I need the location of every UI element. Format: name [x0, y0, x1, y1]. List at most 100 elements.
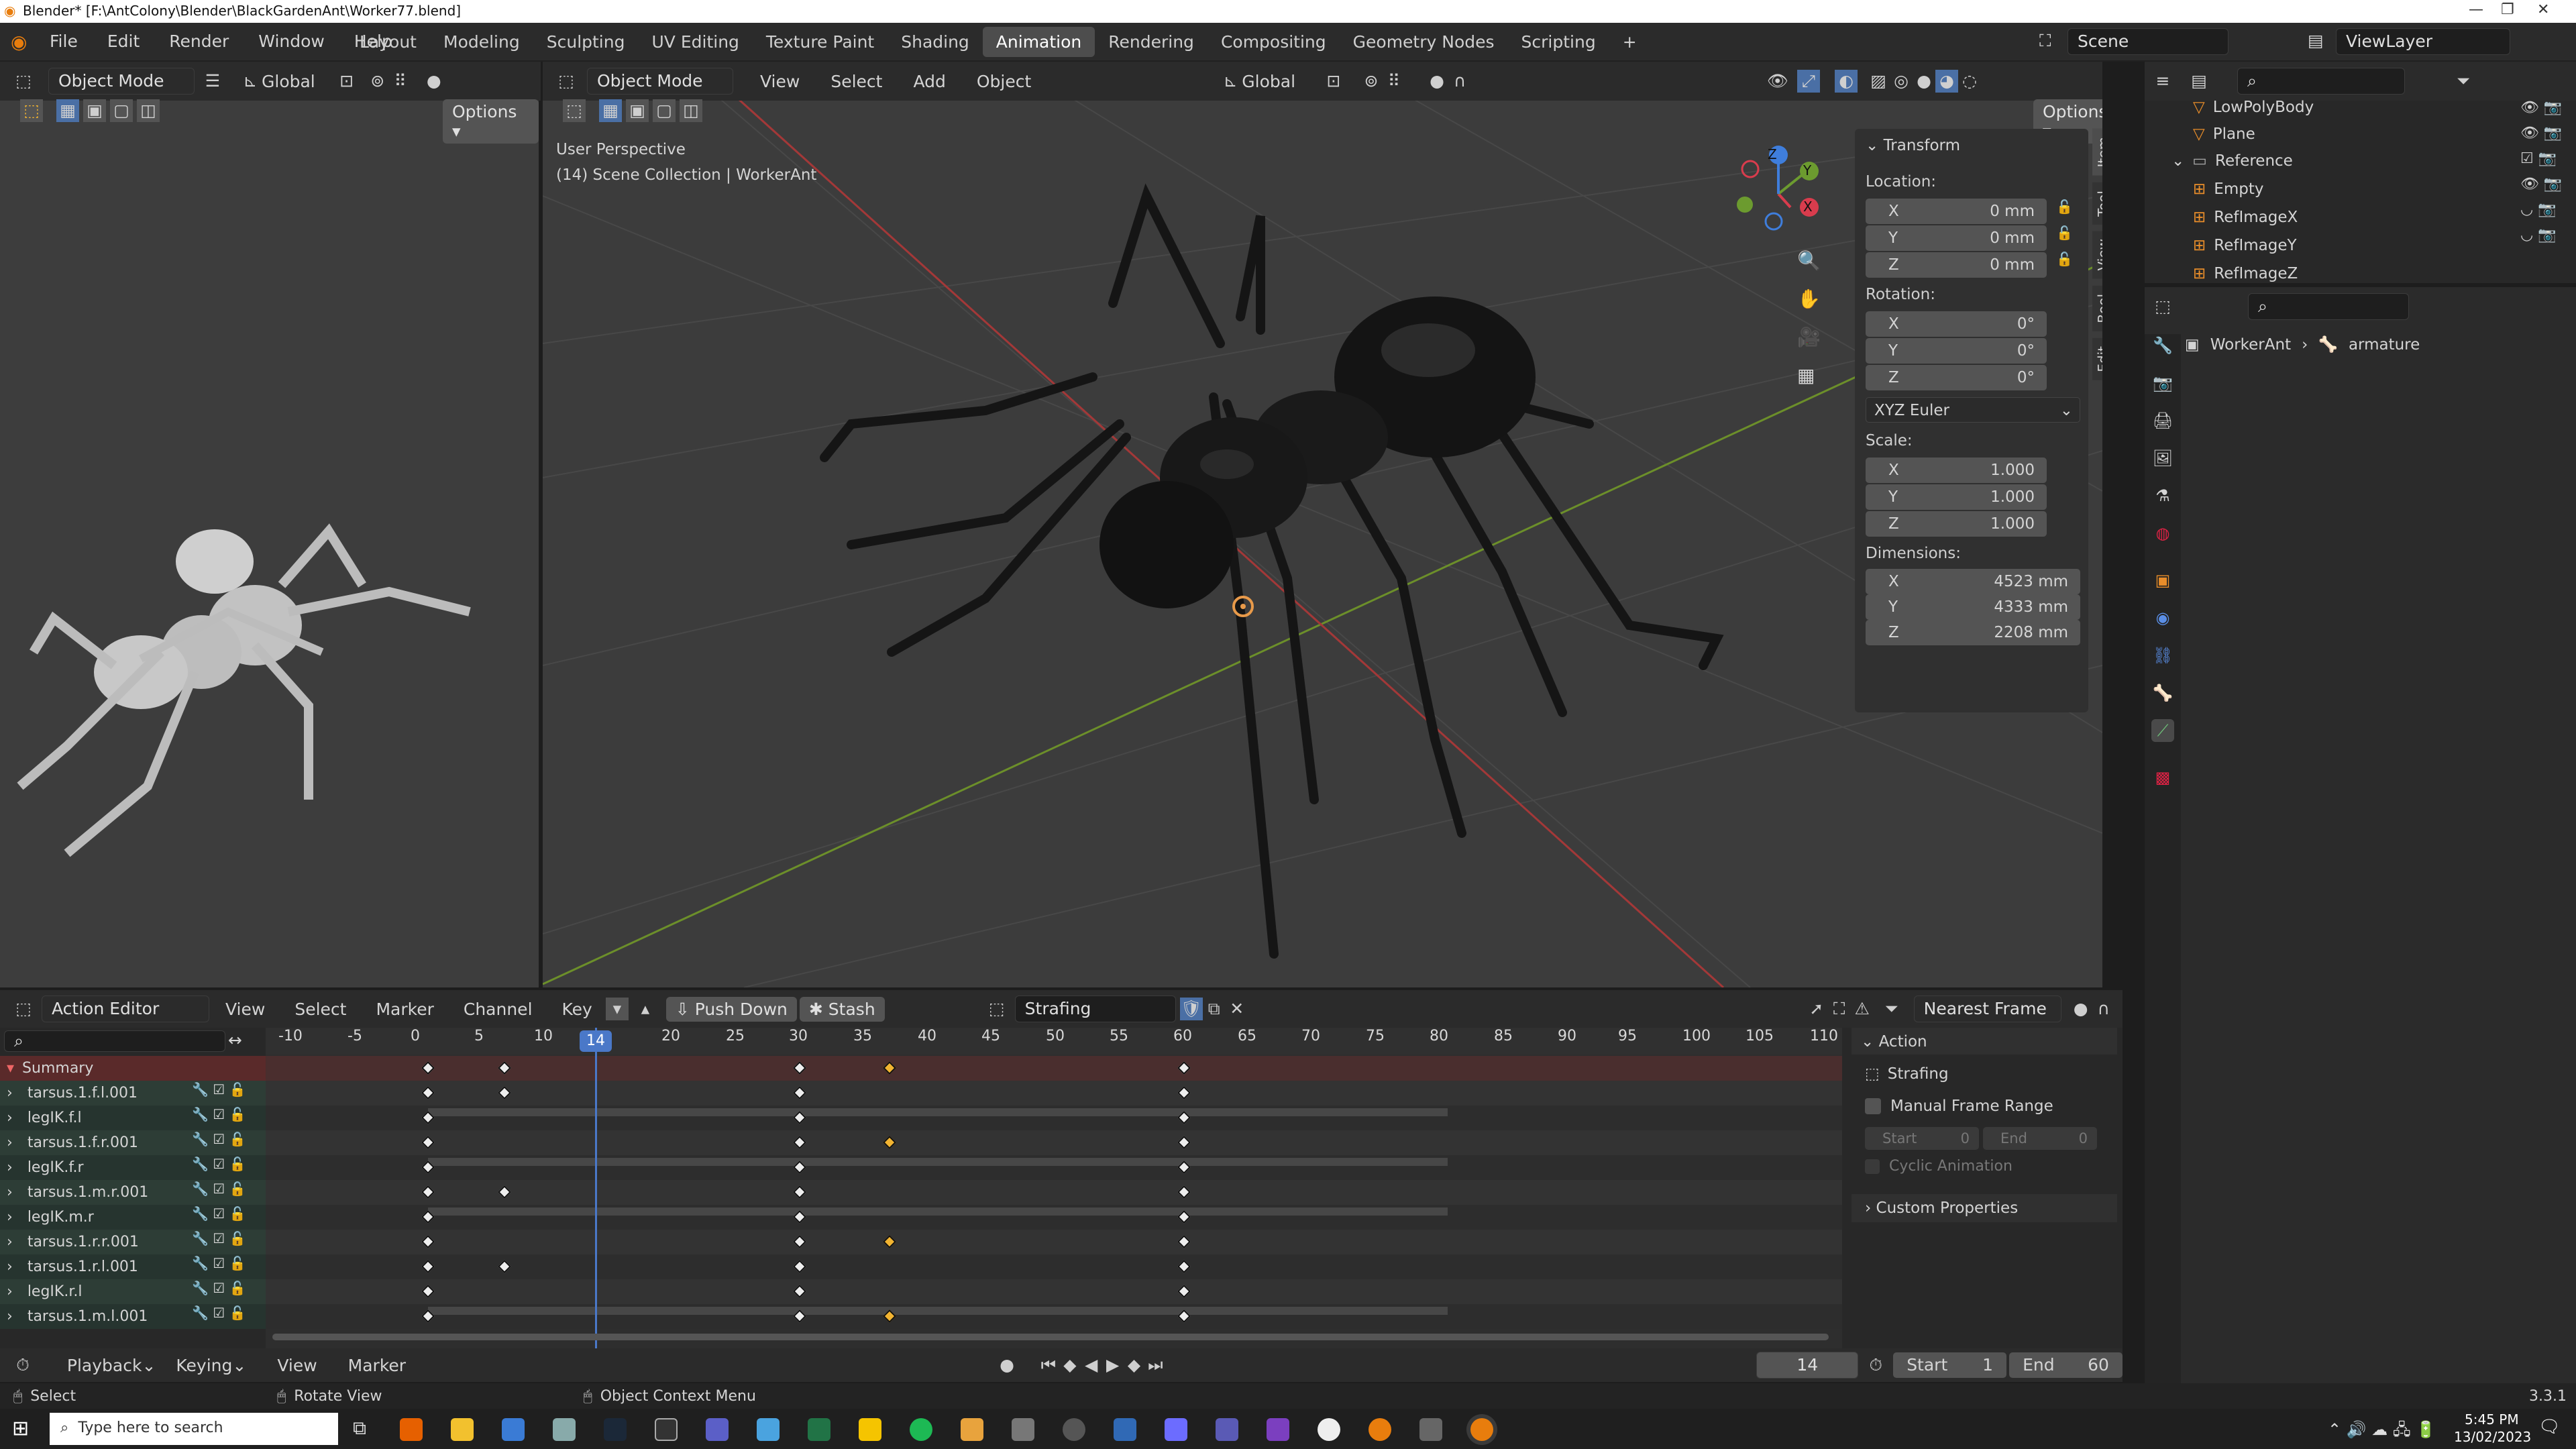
- app-icon[interactable]: [757, 1418, 780, 1441]
- proportional-icon[interactable]: ●: [2070, 998, 2092, 1020]
- fake-user-icon[interactable]: 🛡: [1179, 998, 1203, 1020]
- channel-summary[interactable]: ▾ Summary: [0, 1056, 266, 1081]
- blender-menu-icon[interactable]: ◉: [11, 31, 27, 53]
- tab-compositing[interactable]: Compositing: [1208, 27, 1340, 57]
- menu-view[interactable]: View: [277, 1356, 317, 1375]
- outliner-item[interactable]: ⌄ ▭ Reference: [2145, 148, 2293, 174]
- custom-properties-header[interactable]: › Custom Properties: [1851, 1194, 2117, 1222]
- add-workspace-icon[interactable]: +: [1609, 27, 1650, 57]
- channel-toggles-icon[interactable]: 🔧 ☑ 🔓: [192, 1230, 246, 1246]
- menu-marker[interactable]: Marker: [376, 1000, 433, 1019]
- left-viewport[interactable]: ⬚ Object Mode ☰ ⊾ Global ⊡ ⊚ ⠿ ● ⬚ ▦ ▣ ▢…: [0, 62, 541, 987]
- select-extend-icon[interactable]: ▣: [83, 99, 106, 122]
- object-properties-icon[interactable]: ▣: [2151, 569, 2174, 592]
- select-tool-icon[interactable]: ⬚: [20, 99, 43, 122]
- texture-properties-icon[interactable]: ▩: [2151, 766, 2174, 789]
- menu-select[interactable]: Select: [294, 1000, 346, 1019]
- outliner-item[interactable]: ⊞ RefImageY: [2145, 232, 2297, 259]
- play-icon[interactable]: ▶: [1102, 1354, 1124, 1377]
- duplicate-action-icon[interactable]: ⧉: [1203, 998, 1226, 1020]
- channel-toggles-icon[interactable]: 🔧 ☑ 🔓: [192, 1156, 246, 1172]
- app-icon[interactable]: [553, 1418, 576, 1441]
- jump-keyframe-forward-icon[interactable]: ◆: [1124, 1354, 1145, 1377]
- eye-icon[interactable]: 👁 📷: [2520, 176, 2562, 193]
- eye-icon[interactable]: ☑ 📷: [2520, 150, 2562, 167]
- eye-icon[interactable]: 👁 📷: [2520, 125, 2562, 142]
- bone-properties-icon[interactable]: ⟋: [2151, 719, 2174, 742]
- timeline-editor-icon[interactable]: ⏱: [12, 1354, 34, 1377]
- zoom-icon[interactable]: 🔍: [1797, 250, 1821, 272]
- rotation-mode-dropdown[interactable]: XYZ Euler ⌄: [1866, 397, 2080, 423]
- viewlayer-field[interactable]: ViewLayer: [2336, 28, 2510, 55]
- outliner-item[interactable]: ⊞ Empty: [2145, 176, 2263, 203]
- tab-layout[interactable]: Layout: [346, 27, 430, 57]
- windows-start-icon[interactable]: ⊞: [12, 1417, 29, 1440]
- physics-properties-icon[interactable]: ◉: [2151, 606, 2174, 629]
- navigation-gizmo[interactable]: [1730, 146, 1831, 246]
- tab-geometry-nodes[interactable]: Geometry Nodes: [1340, 27, 1508, 57]
- tool-properties-icon[interactable]: 🔧: [2151, 334, 2174, 357]
- preview-range-icon[interactable]: ⏱: [1865, 1354, 1886, 1377]
- outliner-item[interactable]: ⊞ RefImageX: [2145, 204, 2298, 231]
- scale-z-field[interactable]: Z 1.000: [1866, 511, 2047, 537]
- task-view-icon[interactable]: ⧉: [353, 1417, 366, 1440]
- tab-view[interactable]: View: [2092, 231, 2102, 279]
- scene-properties-icon[interactable]: ⚗: [2151, 484, 2174, 507]
- channel-toggles-icon[interactable]: 🔧 ☑ 🔓: [192, 1106, 246, 1122]
- channel-search[interactable]: ⌕: [4, 1030, 225, 1052]
- notifications-icon[interactable]: 🗨: [2538, 1417, 2561, 1437]
- play-reverse-icon[interactable]: ◀: [1081, 1354, 1102, 1377]
- channel-toggles-icon[interactable]: 🔧 ☑ 🔓: [192, 1131, 246, 1147]
- tab-texture-paint[interactable]: Texture Paint: [753, 27, 888, 57]
- system-tray-icons[interactable]: ⌃ 🔊 ☁ 🖧 🔋: [2328, 1418, 2436, 1446]
- file-explorer-icon[interactable]: [451, 1418, 474, 1441]
- render-properties-icon[interactable]: 📷: [2151, 372, 2174, 394]
- tab-animation[interactable]: Animation: [982, 27, 1095, 57]
- calculator-icon[interactable]: [1012, 1418, 1034, 1441]
- snap-icon[interactable]: ⊚: [366, 70, 389, 93]
- eye-icon[interactable]: ◡ 📷: [2520, 227, 2562, 244]
- terminal-icon[interactable]: [655, 1418, 678, 1441]
- rotation-z-field[interactable]: Z 0°: [1866, 365, 2047, 390]
- location-x-field[interactable]: X0 mm: [1866, 199, 2047, 224]
- left-orientation-dropdown[interactable]: Global: [262, 72, 315, 91]
- lock-icon[interactable]: 🔓: [2056, 251, 2073, 267]
- excel-icon[interactable]: [808, 1418, 830, 1441]
- tab-modeling[interactable]: Modeling: [430, 27, 533, 57]
- close-icon[interactable]: ✕: [2537, 1, 2549, 18]
- menu-playback[interactable]: Playback: [67, 1356, 142, 1375]
- menu-edit[interactable]: Edit: [107, 32, 140, 51]
- scale-y-field[interactable]: Y 1.000: [1866, 484, 2047, 510]
- menu-marker[interactable]: Marker: [348, 1356, 406, 1375]
- menu-channel[interactable]: Channel: [464, 1000, 533, 1019]
- action-panel-header[interactable]: ⌄ Action: [1851, 1028, 2117, 1055]
- breadcrumb-data[interactable]: armature: [2349, 336, 2420, 354]
- object-data-properties-icon[interactable]: 🦴: [2151, 682, 2174, 704]
- channel-toggles-icon[interactable]: 🔧 ☑ 🔓: [192, 1280, 246, 1296]
- push-pull-up-icon[interactable]: ▴: [634, 998, 657, 1020]
- filter-icon[interactable]: ⏷: [2452, 70, 2475, 93]
- snap-target-icon[interactable]: ⠿: [389, 70, 412, 93]
- camera-icon[interactable]: 🎥: [1797, 326, 1821, 348]
- channel-toggles-icon[interactable]: 🔧 ☑ 🔓: [192, 1305, 246, 1321]
- location-z-field[interactable]: Z0 mm: [1866, 252, 2047, 278]
- world-properties-icon[interactable]: ◍: [2151, 522, 2174, 545]
- eye-icon[interactable]: ◡ 📷: [2520, 201, 2562, 218]
- outliner-item[interactable]: ⊞ RefImageZ: [2145, 260, 2298, 283]
- menu-key[interactable]: Key: [562, 1000, 592, 1019]
- left-mode-dropdown[interactable]: Object Mode: [48, 68, 195, 95]
- outliner-search[interactable]: ⌕: [2237, 68, 2405, 95]
- menu-file[interactable]: File: [50, 32, 78, 51]
- breadcrumb-object[interactable]: WorkerAnt: [2210, 336, 2291, 354]
- falloff-icon[interactable]: ∩: [2092, 998, 2115, 1020]
- start-frame-field[interactable]: Start 1: [1893, 1352, 2007, 1378]
- outliner-item[interactable]: ▽ LowPolyBody: [2145, 97, 2314, 121]
- push-pull-down-icon[interactable]: ▾: [605, 998, 629, 1020]
- menu-window[interactable]: Window: [258, 32, 325, 51]
- steam-icon[interactable]: [604, 1418, 627, 1441]
- blender-active-taskbar-icon[interactable]: [1470, 1418, 1493, 1441]
- menu-render[interactable]: Render: [169, 32, 229, 51]
- jump-end-icon[interactable]: ⏭: [1144, 1354, 1166, 1377]
- only-errors-icon[interactable]: ⚠: [1851, 998, 1874, 1020]
- select-invert-icon[interactable]: ◫: [137, 99, 160, 122]
